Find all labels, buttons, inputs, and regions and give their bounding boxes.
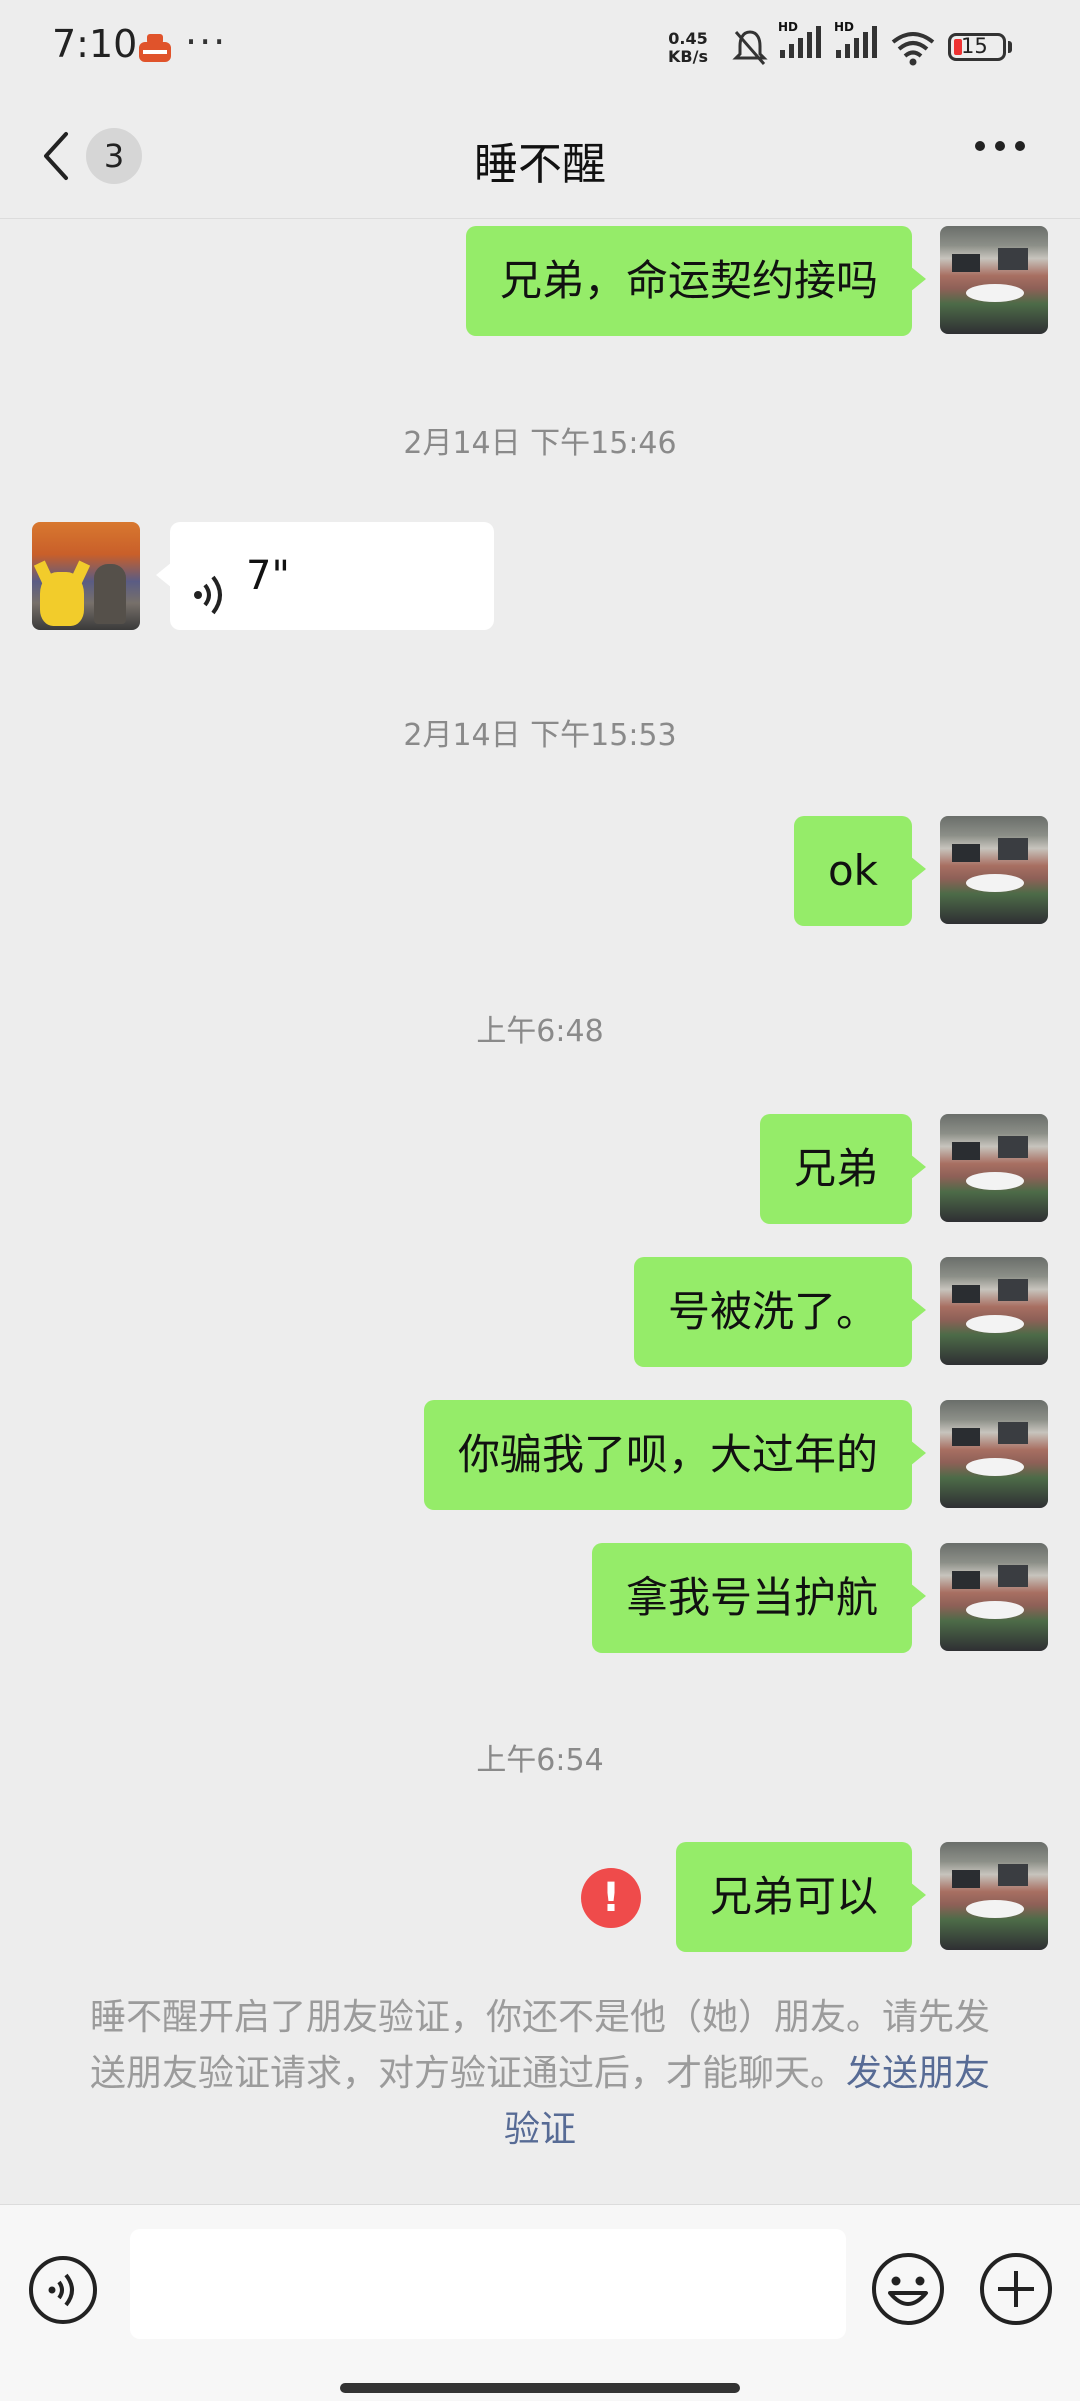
message-bubble-outgoing[interactable]: 你骗我了呗，大过年的: [423, 1400, 927, 1510]
avatar-contact[interactable]: [32, 522, 140, 630]
network-speed: 0.45 KB/s: [668, 30, 708, 66]
voice-message-bubble[interactable]: 7": [156, 522, 494, 630]
more-options-icon[interactable]: [972, 138, 1028, 158]
avatar-self[interactable]: [940, 1842, 1048, 1950]
wifi-icon: [890, 28, 936, 72]
signal-label-2: HD: [834, 20, 855, 34]
message-timestamp: 2月14日 下午15:53: [403, 718, 677, 753]
emoji-button[interactable]: [870, 2251, 946, 2331]
friend-verification-notice: 睡不醒开启了朋友验证，你还不是他（她）朋友。请先发送朋友验证请求，对方验证通过后…: [88, 1990, 992, 2158]
avatar-self[interactable]: [940, 1257, 1048, 1365]
message-bubble-outgoing[interactable]: 兄弟，命运契约接吗: [465, 226, 927, 336]
message-timestamp: 上午6:48: [476, 1014, 604, 1049]
battery-tip: [1008, 41, 1012, 53]
status-time: 7:10: [52, 22, 138, 66]
battery-percent: 15: [961, 34, 988, 58]
message-bubble-outgoing[interactable]: 拿我号当护航: [591, 1543, 927, 1653]
message-input[interactable]: [130, 2229, 846, 2339]
avatar-self[interactable]: [940, 1543, 1048, 1651]
message-bubble-outgoing[interactable]: ok: [793, 816, 927, 926]
avatar-self[interactable]: [940, 1400, 1048, 1508]
voice-input-button[interactable]: [28, 2255, 98, 2325]
chat-title: 睡不醒: [474, 139, 606, 190]
signal-icon-1: HD: [778, 20, 822, 68]
message-timestamp: 上午6:54: [476, 1743, 604, 1778]
send-failed-icon[interactable]: !: [581, 1868, 641, 1928]
avatar-self[interactable]: [940, 816, 1048, 924]
status-more-icon: ···: [185, 20, 228, 64]
avatar-self[interactable]: [940, 1114, 1048, 1222]
status-bar: 7:10 ··· 0.45 KB/s HD HD 15: [0, 0, 1080, 100]
message-timestamp: 2月14日 下午15:46: [403, 426, 677, 461]
signal-label-1: HD: [778, 20, 799, 34]
input-bar: [0, 2204, 1080, 2401]
battery-icon: 15: [948, 33, 1006, 61]
network-speed-value: 0.45: [668, 29, 708, 48]
voice-duration: 7": [246, 553, 290, 599]
message-bubble-outgoing[interactable]: 号被洗了。: [633, 1257, 927, 1367]
message-bubble-outgoing[interactable]: 兄弟可以: [675, 1842, 927, 1952]
mute-icon: [732, 28, 768, 72]
message-bubble-outgoing[interactable]: 兄弟: [759, 1114, 927, 1224]
app-notification-icon: [137, 32, 173, 68]
avatar-self[interactable]: [940, 226, 1048, 334]
home-indicator[interactable]: [340, 2383, 740, 2393]
signal-icon-2: HD: [834, 20, 878, 68]
network-speed-unit: KB/s: [668, 47, 708, 66]
chat-header: 3 睡不醒: [0, 100, 1080, 219]
voice-wave-icon: [192, 552, 228, 660]
more-functions-plus-button[interactable]: [978, 2251, 1054, 2331]
